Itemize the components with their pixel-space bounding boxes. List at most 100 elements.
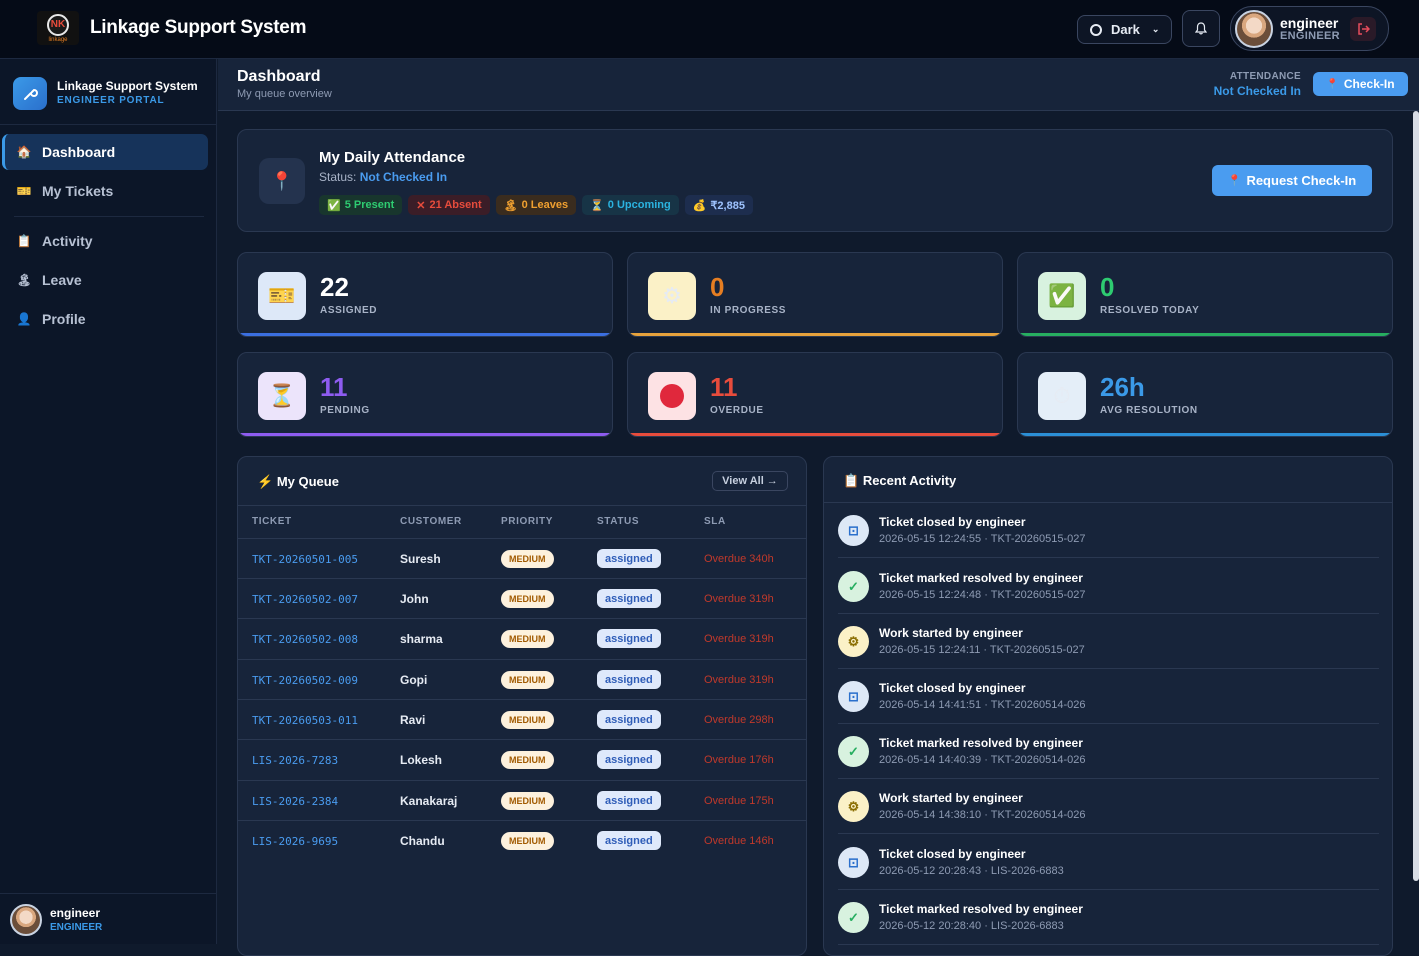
page-header: Dashboard My queue overview ATTENDANCE N…	[218, 59, 1419, 111]
activity-title: Ticket closed by engineer	[879, 515, 1026, 529]
customer-name: sharma	[400, 632, 443, 646]
sla-text: Overdue 146h	[704, 835, 774, 847]
attendance-status-line: Status: Not Checked In	[319, 170, 447, 184]
stat-card-avg-resolution[interactable]: ⏱ 26h AVG RESOLUTION	[1017, 352, 1393, 437]
chip-label: 21 Absent	[429, 199, 482, 211]
sla-text: Overdue 340h	[704, 553, 774, 565]
divider	[0, 893, 217, 894]
earnings-chip: 💰 ₹2,885	[684, 195, 753, 215]
logout-button[interactable]	[1350, 17, 1376, 41]
bell-icon	[1195, 22, 1207, 35]
home-icon: 🏠	[16, 145, 32, 159]
ticket-link[interactable]: LIS-2026-2384	[252, 795, 338, 808]
sidebar-item-profile[interactable]: 👤 Profile	[2, 301, 208, 337]
sidebar-item-dashboard[interactable]: 🏠 Dashboard	[2, 134, 208, 170]
column-header-customer[interactable]: CUSTOMER	[400, 516, 462, 527]
sidebar-item-activity[interactable]: 📋 Activity	[2, 223, 208, 259]
brand-logo[interactable]: NK linkage	[37, 11, 79, 45]
beach-icon: 🏝	[16, 273, 32, 287]
chevron-down-icon: ⌄	[1151, 24, 1160, 34]
priority-badge: MEDIUM	[501, 630, 554, 648]
sidebar-item-leave[interactable]: 🏝 Leave	[2, 262, 208, 298]
sidebar-item-label: Activity	[42, 233, 93, 249]
stat-value: 0	[710, 272, 725, 302]
stat-card-overdue[interactable]: 11 OVERDUE	[627, 352, 1003, 437]
activity-meta: 2026-05-15 12:24:48 · TKT-20260515-027	[879, 589, 1086, 601]
activity-item[interactable]: ⊡ Ticket closed by engineer 2026-05-15 1…	[838, 503, 1379, 558]
avatar[interactable]	[10, 904, 42, 936]
activity-meta: 2026-05-14 14:40:39 · TKT-20260514-026	[879, 754, 1086, 766]
sidebar-item-my-tickets[interactable]: 🎫 My Tickets	[2, 173, 208, 209]
table-row[interactable]: TKT-20260501-005 Suresh MEDIUM assigned …	[238, 538, 806, 578]
circle-icon	[1090, 23, 1102, 36]
activity-title: Work started by engineer	[879, 791, 1023, 805]
activity-item[interactable]: ⊡ Ticket closed by engineer 2026-05-12 2…	[838, 835, 1379, 890]
ticket-link[interactable]: LIS-2026-9695	[252, 835, 338, 848]
priority-badge: MEDIUM	[501, 792, 554, 810]
money-bag-icon: 💰	[692, 199, 707, 212]
sidebar-item-label: My Tickets	[42, 183, 114, 199]
table-row[interactable]: TKT-20260502-009 Gopi MEDIUM assigned Ov…	[238, 659, 806, 699]
check-in-button[interactable]: 📍 Check-In	[1313, 72, 1408, 96]
column-header-status[interactable]: STATUS	[597, 516, 639, 527]
user-role: ENGINEER	[1280, 30, 1340, 42]
column-header-priority[interactable]: PRIORITY	[501, 516, 553, 527]
activity-meta: 2026-05-15 12:24:55 · TKT-20260515-027	[879, 533, 1086, 545]
attendance-card: 📍 My Daily Attendance Status: Not Checke…	[237, 129, 1393, 232]
user-menu[interactable]: engineer ENGINEER	[1230, 6, 1389, 51]
column-header-ticket[interactable]: TICKET	[252, 516, 292, 527]
table-row[interactable]: LIS-2026-7283 Lokesh MEDIUM assigned Ove…	[238, 739, 806, 779]
ticket-link[interactable]: TKT-20260502-009	[252, 674, 358, 687]
ticket-link[interactable]: TKT-20260502-007	[252, 593, 358, 606]
sla-text: Overdue 319h	[704, 593, 774, 605]
activity-meta: 2026-05-15 12:24:11 · TKT-20260515-027	[879, 644, 1085, 656]
ticket-link[interactable]: TKT-20260501-005	[252, 553, 358, 566]
check-icon: ✅	[327, 199, 341, 212]
pin-icon: 📍	[1326, 78, 1339, 90]
check-icon: ✅	[1038, 272, 1086, 320]
activity-title: Ticket closed by engineer	[879, 847, 1026, 861]
activity-title: Ticket marked resolved by engineer	[879, 571, 1083, 585]
ticket-icon: 🎫	[258, 272, 306, 320]
activity-item[interactable]: ⊡ Ticket closed by engineer 2026-05-14 1…	[838, 669, 1379, 724]
table-row[interactable]: LIS-2026-2384 Kanakaraj MEDIUM assigned …	[238, 780, 806, 820]
theme-select[interactable]: Dark ⌄	[1077, 15, 1172, 44]
ticket-link[interactable]: TKT-20260503-011	[252, 714, 358, 727]
check-icon: ✓	[838, 736, 869, 767]
activity-item[interactable]: ⚙ Work started by engineer 2026-05-15 12…	[838, 614, 1379, 669]
notifications-button[interactable]	[1182, 10, 1220, 47]
table-row[interactable]: LIS-2026-9695 Chandu MEDIUM assigned Ove…	[238, 820, 806, 860]
view-all-button[interactable]: View All →	[712, 471, 788, 491]
hourglass-icon: ⏳	[258, 372, 306, 420]
priority-badge: MEDIUM	[501, 671, 554, 689]
ticket-link[interactable]: LIS-2026-7283	[252, 754, 338, 767]
activity-item[interactable]: ✓ Ticket marked resolved by engineer 202…	[838, 559, 1379, 614]
status-badge: assigned	[597, 589, 661, 608]
activity-title: 📋 Recent Activity	[843, 473, 956, 489]
activity-item[interactable]: ⚙ Work started by engineer 2026-05-14 14…	[838, 779, 1379, 834]
divider	[0, 124, 217, 125]
check-icon: ✓	[838, 902, 869, 933]
attendance-label: ATTENDANCE	[1229, 71, 1301, 82]
table-row[interactable]: TKT-20260503-011 Ravi MEDIUM assigned Ov…	[238, 699, 806, 739]
chip-label: 5 Present	[344, 199, 395, 211]
column-header-sla[interactable]: SLA	[704, 516, 726, 527]
footer-user-name: engineer	[50, 906, 101, 920]
sla-text: Overdue 298h	[704, 714, 774, 726]
stat-card-in-progress[interactable]: ⚙ 0 IN PROGRESS	[627, 252, 1003, 337]
activity-item[interactable]: ✓ Ticket marked resolved by engineer 202…	[838, 724, 1379, 779]
table-row[interactable]: TKT-20260502-007 John MEDIUM assigned Ov…	[238, 578, 806, 618]
sidebar: Linkage Support System ENGINEER PORTAL 🏠…	[0, 59, 217, 944]
avatar	[1235, 10, 1273, 48]
request-check-in-button[interactable]: 📍 Request Check-In	[1212, 165, 1372, 196]
stat-card-resolved-today[interactable]: ✅ 0 RESOLVED TODAY	[1017, 252, 1393, 337]
scrollbar[interactable]	[1413, 111, 1419, 881]
stat-card-assigned[interactable]: 🎫 22 ASSIGNED	[237, 252, 613, 337]
activity-item[interactable]: ✓ Ticket marked resolved by engineer 202…	[838, 890, 1379, 945]
stat-card-pending[interactable]: ⏳ 11 PENDING	[237, 352, 613, 437]
activity-title: Ticket marked resolved by engineer	[879, 902, 1083, 916]
ticket-link[interactable]: TKT-20260502-008	[252, 633, 358, 646]
sla-text: Overdue 319h	[704, 674, 774, 686]
cross-icon: ✕	[416, 199, 426, 212]
table-row[interactable]: TKT-20260502-008 sharma MEDIUM assigned …	[238, 618, 806, 658]
